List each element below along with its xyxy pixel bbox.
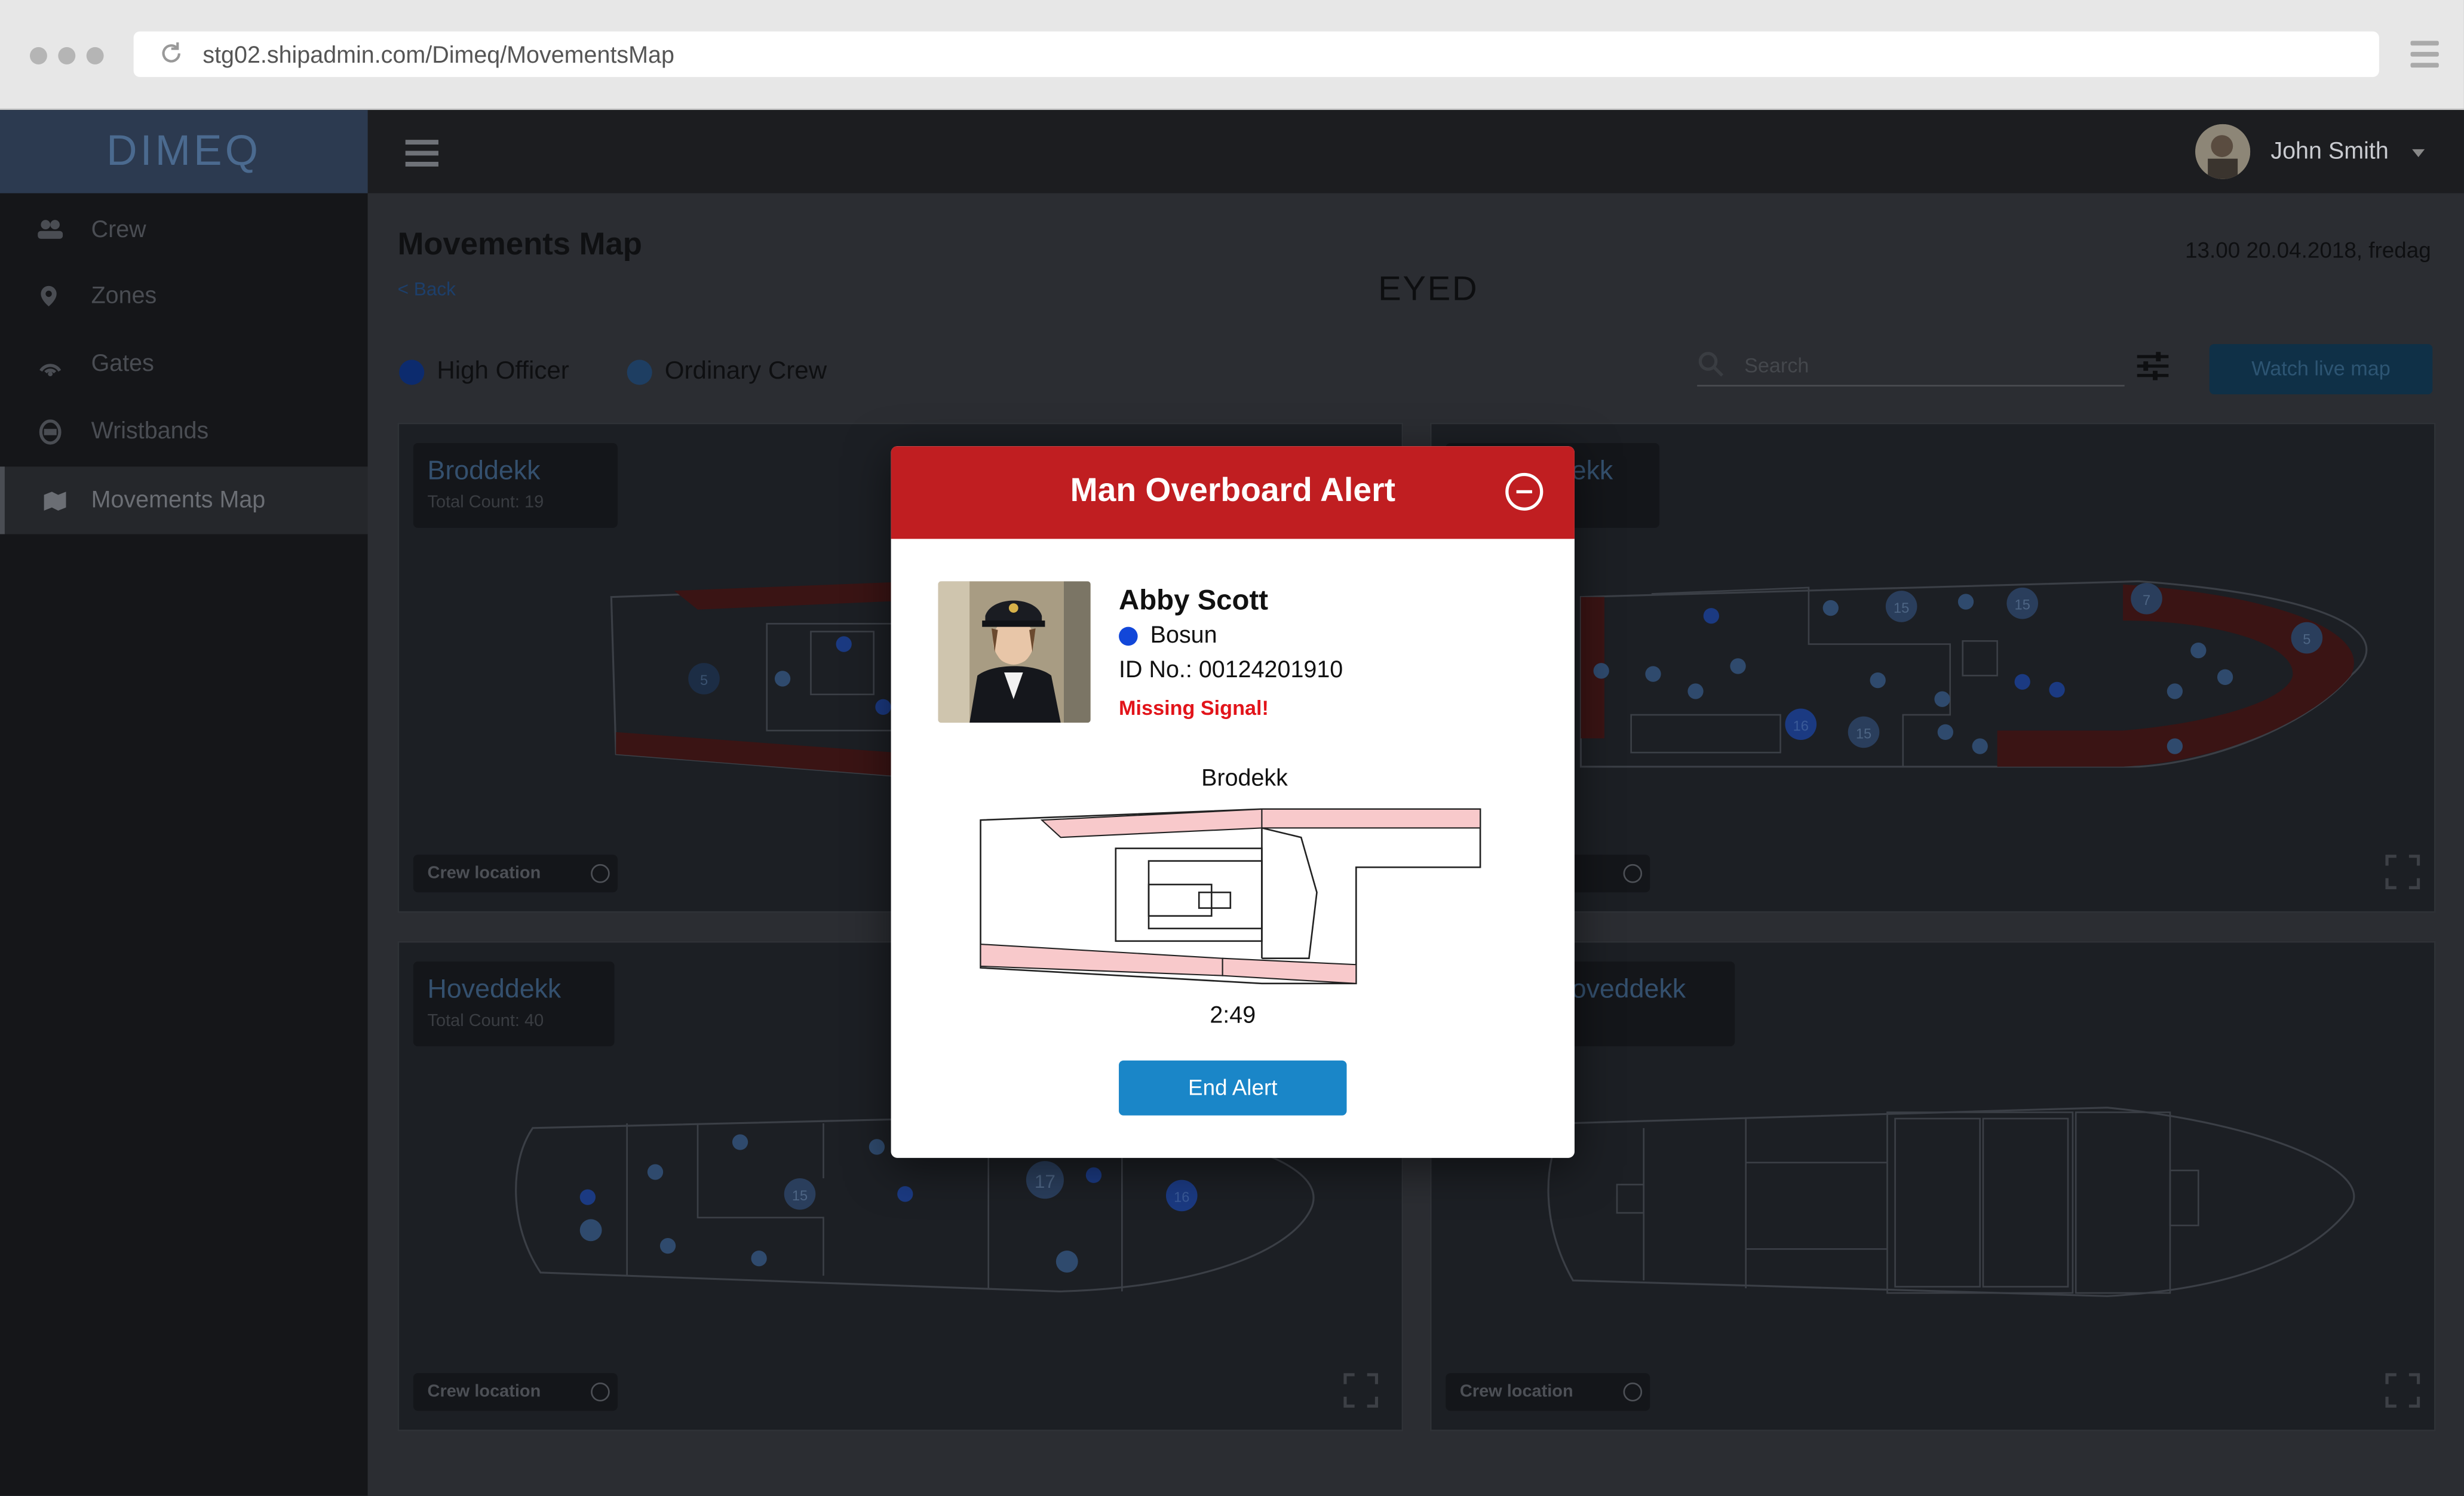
- crew-rank: Bosun: [1150, 622, 1217, 649]
- chevron-up-icon[interactable]: [591, 1383, 610, 1402]
- pin-icon: [41, 285, 57, 306]
- map-badge: 17: [1035, 1171, 1055, 1192]
- map-badge: 15: [1856, 726, 1871, 742]
- rank-dot: [1119, 626, 1138, 646]
- crew-location-label: Crew location: [1459, 1383, 1573, 1402]
- man-overboard-modal: Man Overboard Alert Abby Scott Bosun ID …: [891, 446, 1575, 1158]
- expand-icon[interactable]: [2385, 1373, 2420, 1408]
- sidebar-item-movements-map[interactable]: Movements Map: [0, 466, 373, 534]
- datetime: 13.00 20.04.2018, fredag: [2185, 237, 2431, 263]
- deck-name: Brodekk: [1201, 765, 1288, 792]
- map-badge: 15: [1894, 601, 1909, 616]
- sidebar-item-gates[interactable]: Gates: [0, 330, 368, 397]
- chevron-down-icon[interactable]: [2412, 149, 2425, 158]
- crew-location-toggle[interactable]: Crew location: [413, 855, 618, 893]
- deck-name: Hoveddekk: [427, 974, 561, 1004]
- legend-label: Ordinary Crew: [664, 358, 827, 385]
- browser-chrome: stg02.shipadmin.com/Dimeq/MovementsMap: [0, 0, 2464, 110]
- crew-photo: [938, 581, 1091, 723]
- search-underline: [1697, 385, 2125, 387]
- browser-menu-icon[interactable]: [2410, 41, 2439, 69]
- crew-name: Abby Scott: [1119, 584, 1269, 616]
- sidebar-item-label: Wristbands: [91, 417, 209, 445]
- deck-count: Total Count: 40: [427, 1012, 544, 1031]
- map-badge: 15: [792, 1188, 808, 1204]
- page-title: Movements Map: [397, 228, 642, 263]
- chevron-up-icon[interactable]: [1623, 864, 1643, 883]
- search-input[interactable]: Search: [1744, 354, 1809, 377]
- sidebar: Crew Zones Gates Wristbands Movements Ma…: [0, 193, 373, 1496]
- deck-label: Hoveddekk Total Count: 40: [413, 961, 615, 1047]
- expand-icon[interactable]: [2385, 855, 2420, 889]
- gate-signal-icon: [39, 364, 62, 377]
- hamburger-menu-icon[interactable]: [405, 140, 438, 173]
- address-bar[interactable]: stg02.shipadmin.com/Dimeq/MovementsMap: [133, 31, 2379, 77]
- deck-panel-right-top[interactable]: 15 15 7 5 16 15 ekk: [1429, 422, 2436, 913]
- map-icon: [44, 492, 66, 511]
- sidebar-item-label: Gates: [91, 350, 154, 377]
- avatar[interactable]: [2195, 124, 2251, 179]
- watch-live-map-button[interactable]: Watch live map: [2209, 344, 2433, 395]
- crew-location-toggle[interactable]: Crew location: [413, 1373, 618, 1411]
- reload-icon[interactable]: [157, 39, 185, 67]
- legend-dot-high-officer: [399, 360, 425, 385]
- map-badge: 5: [2303, 632, 2310, 648]
- window-dot-icon[interactable]: [58, 47, 76, 64]
- sidebar-item-zones[interactable]: Zones: [0, 262, 368, 330]
- crew-location-label: Crew location: [427, 1383, 541, 1402]
- modal-header: Man Overboard Alert: [891, 446, 1575, 539]
- filter-sliders-icon[interactable]: [2135, 351, 2170, 382]
- deck-name: oveddekk: [1571, 974, 1686, 1004]
- map-badge: 16: [1174, 1190, 1189, 1205]
- chevron-up-icon[interactable]: [1623, 1383, 1643, 1402]
- crew-location-toggle[interactable]: Crew location: [1446, 1373, 1650, 1411]
- window-dot-icon[interactable]: [29, 47, 47, 64]
- deck-name: ekk: [1571, 455, 1613, 486]
- back-link[interactable]: < Back: [398, 278, 456, 300]
- eyed-logo: EYED: [1378, 268, 1479, 308]
- search-icon[interactable]: [1697, 351, 1725, 379]
- map-badge: 5: [700, 673, 708, 689]
- window-dot-icon[interactable]: [86, 47, 104, 64]
- end-alert-button[interactable]: End Alert: [1119, 1060, 1347, 1116]
- sidebar-item-label: Zones: [91, 282, 157, 310]
- sidebar-item-label: Movements Map: [91, 487, 266, 514]
- app-topbar: DIMEQ John Smith: [0, 110, 2464, 193]
- legend-dot-ordinary-crew: [627, 360, 652, 385]
- map-badge: 7: [2143, 593, 2150, 609]
- map-badge: 16: [1793, 718, 1809, 734]
- deck-count: Total Count: 19: [427, 493, 544, 512]
- crew-icon: [38, 220, 63, 239]
- dimeq-logo: DIMEQ: [106, 127, 262, 175]
- url-text: stg02.shipadmin.com/Dimeq/MovementsMap: [202, 42, 674, 69]
- map-badge: 15: [2015, 598, 2030, 613]
- missing-signal-status: Missing Signal!: [1119, 696, 1269, 720]
- deck-panel-right-bottom[interactable]: oveddekk Crew location: [1429, 941, 2436, 1432]
- modal-title: Man Overboard Alert: [1070, 472, 1395, 509]
- deck-mini-map: [980, 808, 1481, 985]
- deck-label: Broddekk Total Count: 19: [413, 443, 618, 528]
- user-name[interactable]: John Smith: [2270, 139, 2388, 165]
- deck-name: Broddekk: [427, 455, 541, 486]
- wristband-icon: [39, 419, 62, 445]
- sidebar-item-wristbands[interactable]: Wristbands: [0, 398, 368, 465]
- sidebar-item-crew[interactable]: Crew: [0, 196, 368, 264]
- close-icon[interactable]: [1505, 472, 1544, 511]
- alert-timer: 2:49: [1210, 1002, 1256, 1030]
- legend-label: High Officer: [437, 358, 569, 385]
- chevron-up-icon[interactable]: [591, 864, 610, 883]
- expand-icon[interactable]: [1343, 1373, 1379, 1408]
- crew-location-label: Crew location: [427, 864, 541, 883]
- logo-area: DIMEQ: [0, 110, 368, 193]
- sidebar-item-label: Crew: [91, 217, 146, 244]
- crew-id: ID No.: 00124201910: [1119, 656, 1343, 684]
